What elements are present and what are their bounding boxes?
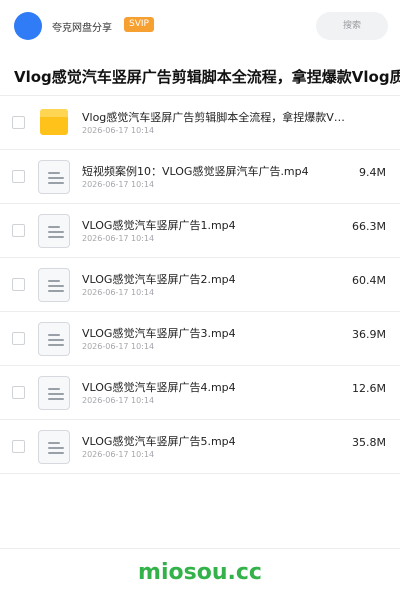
file-date: 2026-06-17 10:14	[82, 234, 155, 243]
file-row-folder[interactable]: Vlog感觉汽车竖屏广告剪辑脚本全流程，拿捏爆款V… 2026-06-17 10…	[0, 96, 400, 150]
file-date: 2026-06-17 10:14	[82, 180, 155, 189]
file-name[interactable]: Vlog感觉汽车竖屏广告剪辑脚本全流程，拿捏爆款V…	[82, 109, 350, 125]
file-row[interactable]: VLOG感觉汽车竖屏广告1.mp4 2026-06-17 10:14 66.3M	[0, 204, 400, 258]
page-title: Vlog感觉汽车竖屏广告剪辑脚本全流程，拿捏爆款Vlog质感	[14, 68, 400, 86]
file-name[interactable]: VLOG感觉汽车竖屏广告3.mp4	[82, 325, 236, 341]
file-size: 36.9M	[352, 328, 386, 341]
file-name[interactable]: VLOG感觉汽车竖屏广告1.mp4	[82, 217, 236, 233]
select-checkbox[interactable]	[12, 170, 25, 183]
file-name[interactable]: VLOG感觉汽车竖屏广告2.mp4	[82, 271, 236, 287]
file-row[interactable]: VLOG感觉汽车竖屏广告2.mp4 2026-06-17 10:14 60.4M	[0, 258, 400, 312]
file-date: 2026-06-17 10:14	[82, 396, 155, 405]
file-size: 60.4M	[352, 274, 386, 287]
file-name[interactable]: VLOG感觉汽车竖屏广告5.mp4	[82, 433, 236, 449]
document-icon	[36, 430, 72, 464]
file-row[interactable]: 短视频案例10：VLOG感觉竖屏汽车广告.mp4 2026-06-17 10:1…	[0, 150, 400, 204]
document-icon	[36, 376, 72, 410]
header-bar: 夸克网盘分享 SVIP 搜索	[0, 0, 400, 52]
file-date: 2026-06-17 10:14	[82, 288, 155, 297]
select-checkbox[interactable]	[12, 116, 25, 129]
document-icon	[36, 160, 72, 194]
user-name[interactable]: 夸克网盘分享	[52, 19, 112, 34]
file-name[interactable]: 短视频案例10：VLOG感觉竖屏汽车广告.mp4	[82, 163, 309, 179]
file-list: Vlog感觉汽车竖屏广告剪辑脚本全流程，拿捏爆款V… 2026-06-17 10…	[0, 96, 400, 474]
folder-icon	[36, 106, 72, 140]
file-size: 35.8M	[352, 436, 386, 449]
svip-badge: SVIP	[124, 17, 154, 32]
footer-divider	[0, 548, 400, 549]
file-date: 2026-06-17 10:14	[82, 126, 155, 135]
search-button[interactable]: 搜索	[316, 12, 388, 40]
file-row[interactable]: VLOG感觉汽车竖屏广告5.mp4 2026-06-17 10:14 35.8M	[0, 420, 400, 474]
document-icon	[36, 214, 72, 248]
file-row[interactable]: VLOG感觉汽车竖屏广告3.mp4 2026-06-17 10:14 36.9M	[0, 312, 400, 366]
brand-watermark: miosou.cc	[138, 560, 262, 585]
file-size: 12.6M	[352, 382, 386, 395]
select-checkbox[interactable]	[12, 440, 25, 453]
file-date: 2026-06-17 10:14	[82, 342, 155, 351]
select-checkbox[interactable]	[12, 224, 25, 237]
document-icon	[36, 268, 72, 302]
select-checkbox[interactable]	[12, 332, 25, 345]
select-checkbox[interactable]	[12, 278, 25, 291]
document-icon	[36, 322, 72, 356]
file-date: 2026-06-17 10:14	[82, 450, 155, 459]
file-size: 66.3M	[352, 220, 386, 233]
file-name[interactable]: VLOG感觉汽车竖屏广告4.mp4	[82, 379, 236, 395]
avatar[interactable]	[14, 12, 42, 40]
select-checkbox[interactable]	[12, 386, 25, 399]
title-bar: Vlog感觉汽车竖屏广告剪辑脚本全流程，拿捏爆款Vlog质感	[0, 52, 400, 96]
file-row[interactable]: VLOG感觉汽车竖屏广告4.mp4 2026-06-17 10:14 12.6M	[0, 366, 400, 420]
file-size: 9.4M	[359, 166, 386, 179]
